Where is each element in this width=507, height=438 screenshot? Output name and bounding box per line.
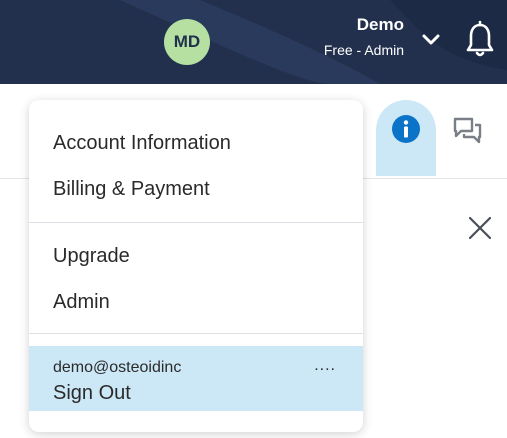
top-header-bar: MD Demo Free - Admin: [0, 0, 507, 84]
chat-bubbles-icon[interactable]: [452, 115, 484, 147]
user-avatar[interactable]: MD: [164, 19, 210, 65]
avatar-initials: MD: [173, 32, 201, 51]
user-info[interactable]: Demo Free - Admin: [324, 14, 404, 60]
chevron-down-icon[interactable]: [421, 30, 441, 50]
user-plan: Free - Admin: [323, 42, 404, 58]
account-section: demo@osteoidinc .... Sign Out: [29, 346, 363, 411]
user-dropdown-menu: Account Information Billing & Payment Up…: [29, 100, 363, 432]
bell-icon[interactable]: [464, 20, 496, 60]
sign-out-button[interactable]: Sign Out: [53, 380, 131, 406]
info-circle-icon[interactable]: [391, 114, 421, 144]
more-options-button[interactable]: ....: [314, 356, 336, 376]
menu-item-account-information[interactable]: Account Information: [53, 130, 231, 156]
user-name: Demo: [356, 15, 404, 34]
menu-divider: [29, 333, 363, 334]
menu-item-admin[interactable]: Admin: [53, 289, 110, 315]
menu-item-billing-payment[interactable]: Billing & Payment: [53, 176, 210, 202]
page: MD Demo Free - Admin Account Information: [0, 0, 507, 438]
account-email: demo@osteoidinc: [53, 359, 182, 376]
menu-divider: [29, 222, 363, 223]
close-icon[interactable]: [466, 214, 494, 242]
menu-item-upgrade[interactable]: Upgrade: [53, 243, 130, 269]
